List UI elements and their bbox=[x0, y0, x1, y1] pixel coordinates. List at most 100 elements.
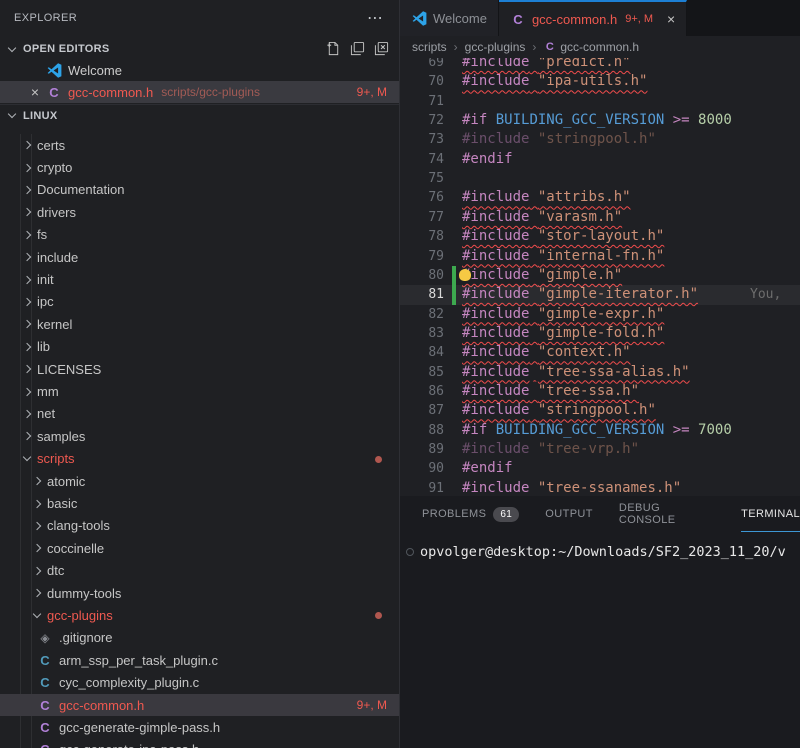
line-number[interactable]: 82 bbox=[400, 305, 444, 324]
breadcrumb-item-scripts[interactable]: scripts bbox=[412, 40, 447, 54]
code-line-76[interactable]: 76#include "attribs.h" bbox=[400, 188, 800, 207]
tree-item-samples[interactable]: samples bbox=[0, 425, 399, 447]
line-number[interactable]: 91 bbox=[400, 479, 444, 496]
code-line-89[interactable]: 89#include "tree-vrp.h" bbox=[400, 440, 800, 459]
line-number[interactable]: 75 bbox=[400, 169, 444, 188]
code-line-85[interactable]: 85#include "tree-ssa-alias.h" bbox=[400, 363, 800, 382]
panel-tab-terminal[interactable]: TERMINAL bbox=[741, 496, 800, 532]
code-line-71[interactable]: 71 bbox=[400, 92, 800, 111]
panel-tab-output[interactable]: OUTPUT bbox=[545, 496, 593, 532]
code-line-83[interactable]: 83#include "gimple-fold.h" bbox=[400, 324, 800, 343]
tree-item-crypto[interactable]: crypto bbox=[0, 156, 399, 178]
line-number[interactable]: 74 bbox=[400, 150, 444, 169]
command-decoration-icon[interactable] bbox=[406, 548, 414, 556]
code-line-77[interactable]: 77#include "varasm.h" bbox=[400, 208, 800, 227]
line-number[interactable]: 90 bbox=[400, 459, 444, 478]
tree-item-lib[interactable]: lib bbox=[0, 336, 399, 358]
line-number[interactable]: 86 bbox=[400, 382, 444, 401]
tree-item-cyc-complexity-plugin-c[interactable]: Ccyc_complexity_plugin.c bbox=[0, 672, 399, 694]
panel-tab-problems[interactable]: PROBLEMS61 bbox=[422, 496, 519, 532]
line-number[interactable]: 84 bbox=[400, 343, 444, 362]
line-number[interactable]: 89 bbox=[400, 440, 444, 459]
new-untitled-file-icon[interactable] bbox=[326, 41, 341, 56]
breadcrumb-item-gcc-common-h[interactable]: Cgcc-common.h bbox=[543, 40, 639, 54]
line-number[interactable]: 88 bbox=[400, 421, 444, 440]
tree-item-gcc-generate-ipa-pass-h[interactable]: Cgcc-generate-ipa-pass.h bbox=[0, 739, 399, 748]
tree-item-net[interactable]: net bbox=[0, 403, 399, 425]
code-line-79[interactable]: 79 #include "internal-fn.h" bbox=[400, 247, 800, 266]
tree-item-documentation[interactable]: Documentation bbox=[0, 179, 399, 201]
tree-item-dtc[interactable]: dtc bbox=[0, 560, 399, 582]
explorer-title: EXPLORER bbox=[14, 12, 77, 24]
tree-item-gcc-generate-gimple-pass-h[interactable]: Cgcc-generate-gimple-pass.h bbox=[0, 716, 399, 738]
tree-item-init[interactable]: init bbox=[0, 268, 399, 290]
tree-item-gcc-common-h[interactable]: Cgcc-common.h9+, M bbox=[0, 694, 399, 716]
code-editor[interactable]: 69#include "predict.h"70#include "ipa-ut… bbox=[400, 58, 800, 496]
tree-item-fs[interactable]: fs bbox=[0, 224, 399, 246]
tree-item-atomic[interactable]: atomic bbox=[0, 470, 399, 492]
line-number[interactable]: 77 bbox=[400, 208, 444, 227]
tree-item-kernel[interactable]: kernel bbox=[0, 313, 399, 335]
line-number[interactable]: 73 bbox=[400, 130, 444, 149]
close-editor-icon[interactable]: × bbox=[24, 84, 46, 100]
code-line-69[interactable]: 69#include "predict.h" bbox=[400, 58, 800, 72]
tree-item-drivers[interactable]: drivers bbox=[0, 201, 399, 223]
breadcrumb-item-gcc-plugins[interactable]: gcc-plugins bbox=[465, 40, 526, 54]
terminal[interactable]: opvolger@desktop:~/Downloads/SF2_2023_11… bbox=[400, 532, 800, 748]
tab-welcome[interactable]: Welcome bbox=[400, 0, 499, 36]
line-number[interactable]: 71 bbox=[400, 92, 444, 111]
code-line-74[interactable]: 74#endif bbox=[400, 150, 800, 169]
lightbulb-icon[interactable] bbox=[459, 269, 471, 281]
close-all-editors-icon[interactable] bbox=[374, 41, 389, 56]
code-line-88[interactable]: 88#if BUILDING_GCC_VERSION >= 7000 bbox=[400, 421, 800, 440]
code-line-91[interactable]: 91#include "tree-ssanames.h" bbox=[400, 479, 800, 496]
code-line-75[interactable]: 75 bbox=[400, 169, 800, 188]
code-line-78[interactable]: 78#include "stor-layout.h" bbox=[400, 227, 800, 246]
line-number[interactable]: 76 bbox=[400, 188, 444, 207]
code-line-84[interactable]: 84#include "context.h" bbox=[400, 343, 800, 362]
line-number[interactable]: 87 bbox=[400, 401, 444, 420]
tab-gcc-common-h[interactable]: Cgcc-common.h9+, M× bbox=[499, 0, 687, 36]
line-number[interactable]: 69 bbox=[400, 58, 444, 72]
line-number[interactable]: 83 bbox=[400, 324, 444, 343]
code-line-70[interactable]: 70#include "ipa-utils.h" bbox=[400, 72, 800, 91]
more-actions-icon[interactable]: ⋯ bbox=[367, 8, 383, 27]
code-text: #include "internal-fn.h" bbox=[462, 247, 664, 266]
code-line-72[interactable]: 72#if BUILDING_GCC_VERSION >= 8000 bbox=[400, 111, 800, 130]
code-line-87[interactable]: 87#include "stringpool.h" bbox=[400, 401, 800, 420]
line-number[interactable]: 72 bbox=[400, 111, 444, 130]
line-number[interactable]: 79 bbox=[400, 247, 444, 266]
line-number[interactable]: 78 bbox=[400, 227, 444, 246]
code-line-82[interactable]: 82#include "gimple-expr.h" bbox=[400, 305, 800, 324]
workspace-section-header[interactable]: LINUX bbox=[0, 104, 399, 126]
tree-item--gitignore[interactable]: ◈.gitignore bbox=[0, 627, 399, 649]
code-line-86[interactable]: 86#include "tree-ssa.h" bbox=[400, 382, 800, 401]
tree-item-certs[interactable]: certs bbox=[0, 134, 399, 156]
folder-label: crypto bbox=[37, 160, 72, 175]
tree-item-include[interactable]: include bbox=[0, 246, 399, 268]
tree-item-coccinelle[interactable]: coccinelle bbox=[0, 537, 399, 559]
tree-item-scripts[interactable]: scripts bbox=[0, 448, 399, 470]
save-all-icon[interactable] bbox=[350, 41, 365, 56]
code-line-81[interactable]: 81#include "gimple-iterator.h"You, bbox=[400, 285, 800, 304]
code-line-80[interactable]: 80#include "gimple.h" bbox=[400, 266, 800, 285]
open-editor-gcc-common-h[interactable]: ×Cgcc-common.hscripts/gcc-plugins9+, M bbox=[0, 81, 399, 103]
tree-item-basic[interactable]: basic bbox=[0, 492, 399, 514]
line-number[interactable]: 70 bbox=[400, 72, 444, 91]
tree-item-dummy-tools[interactable]: dummy-tools bbox=[0, 582, 399, 604]
open-editors-section-header[interactable]: OPEN EDITORS bbox=[0, 38, 399, 60]
open-editor-welcome[interactable]: Welcome bbox=[0, 59, 399, 81]
tree-item-ipc[interactable]: ipc bbox=[0, 291, 399, 313]
tree-item-gcc-plugins[interactable]: gcc-plugins bbox=[0, 604, 399, 626]
code-line-90[interactable]: 90#endif bbox=[400, 459, 800, 478]
tree-item-arm-ssp-per-task-plugin-c[interactable]: Carm_ssp_per_task_plugin.c bbox=[0, 649, 399, 671]
line-number[interactable]: 80 bbox=[400, 266, 444, 285]
panel-tab-debug-console[interactable]: DEBUG CONSOLE bbox=[619, 496, 715, 532]
tree-item-mm[interactable]: mm bbox=[0, 380, 399, 402]
close-tab-icon[interactable]: × bbox=[667, 11, 675, 27]
tree-item-clang-tools[interactable]: clang-tools bbox=[0, 515, 399, 537]
tree-item-licenses[interactable]: LICENSES bbox=[0, 358, 399, 380]
code-line-73[interactable]: 73#include "stringpool.h" bbox=[400, 130, 800, 149]
line-number[interactable]: 81 bbox=[400, 285, 444, 304]
line-number[interactable]: 85 bbox=[400, 363, 444, 382]
